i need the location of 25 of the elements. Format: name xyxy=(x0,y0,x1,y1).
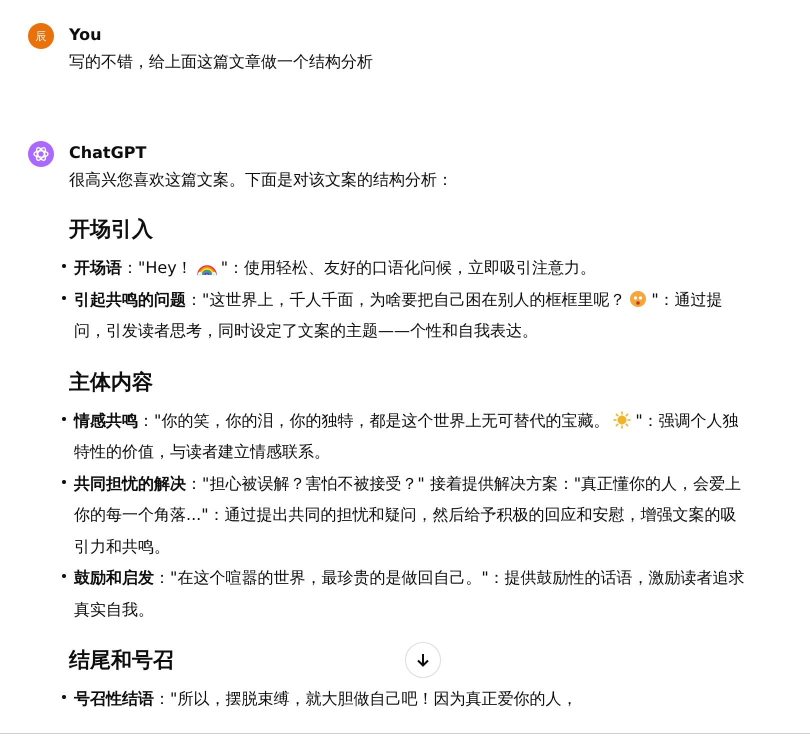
bullet-icon xyxy=(62,296,66,300)
message-text: 很高兴您喜欢这篇文案。下面是对该文案的结构分析： xyxy=(69,169,454,191)
author-name: You xyxy=(69,24,102,46)
section-heading: 主体内容 xyxy=(69,368,153,396)
list-item-text: 情感共鸣："你的笑，你的泪，你的独特，都是这个世界上无可替代的宝藏。 "：强调个人独特性的价值，与读者建立情感联系。 xyxy=(74,410,740,463)
thinking-face-icon xyxy=(629,290,648,308)
bullet-icon xyxy=(62,264,66,268)
bullet-icon xyxy=(62,480,66,484)
message-text: 写的不错，给上面这篇文章做一个结构分析 xyxy=(69,51,374,73)
list-item-text: 号召性结语："所以，摆脱束缚，就大胆做自己吧！因为真正爱你的人， xyxy=(74,688,578,710)
section-heading: 结尾和号召 xyxy=(69,647,174,674)
bullet-icon xyxy=(62,695,66,699)
user-avatar: 辰 xyxy=(28,23,54,49)
knot-logo-icon xyxy=(32,145,50,163)
sun-icon xyxy=(613,410,632,428)
list-item-text: 开场语："Hey！ "：使用轻松、友好的口语化问候，立即吸引注意力。 xyxy=(74,257,596,279)
author-name: ChatGPT xyxy=(69,142,148,164)
section-heading: 开场引入 xyxy=(69,216,153,243)
list-item-text: 共同担忧的解决："担心被误解？害怕不被接受？" 接着提供解决方案："真正懂你的人，会爱上你的每一个角落..."：通过提出共同的担忧和疑问，然后给予积极的回应和安慰，增强文案的吸引力和共鸣。 xyxy=(74,472,742,558)
scroll-down-button[interactable] xyxy=(405,642,441,678)
arrow-down-icon xyxy=(415,652,431,668)
list-item-text: 引起共鸣的问题："这世界上，千人千面，为啥要把自己困在别人的框框里呢？ "：通过提问，引发读者思考，同时设定了文案的主题——个性和自我表达。 xyxy=(74,288,724,342)
bullet-icon xyxy=(62,574,66,578)
list-item-text: 鼓励和启发："在这个喧嚣的世界，最珍贵的是做回自己。"：提供鼓励性的话语，激励读者追求真实自我。 xyxy=(74,567,746,620)
bullet-icon xyxy=(62,416,66,420)
